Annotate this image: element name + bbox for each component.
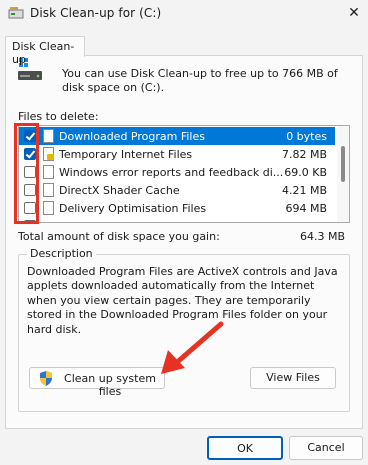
list-item[interactable]: DirectX Shader Cache 4.21 MB xyxy=(19,181,335,199)
disk-cleanup-icon xyxy=(8,7,24,19)
checkbox-highlight-box xyxy=(14,123,39,224)
clean-up-system-files-label: Clean up system files xyxy=(64,372,156,398)
list-item[interactable]: Temporary Internet Files 7.82 MB xyxy=(19,145,335,163)
locked-file-icon xyxy=(43,147,54,161)
list-item-name: Delivery Optimisation Files xyxy=(59,202,207,215)
uac-shield-icon xyxy=(40,371,52,386)
list-item-name: DirectX Shader Cache xyxy=(59,184,180,197)
list-item-size: 4.21 MB xyxy=(281,184,327,197)
list-item-size: 0 bytes xyxy=(286,130,327,143)
scrollbar-thumb[interactable] xyxy=(341,146,345,182)
window-title: Disk Clean-up for (C:) xyxy=(30,6,162,20)
list-item[interactable]: Downloaded Program Files 0 bytes xyxy=(19,127,335,145)
list-item[interactable]: Windows error reports and feedback di...… xyxy=(19,163,335,181)
list-item-name: Downloaded Program Files xyxy=(59,130,205,143)
files-list[interactable]: Downloaded Program Files 0 bytes Tempora… xyxy=(18,125,350,223)
list-item[interactable]: Delivery Optimisation Files 694 MB xyxy=(19,199,335,217)
tab-disk-cleanup[interactable]: Disk Clean-up xyxy=(5,36,85,66)
tab-label: Disk Clean-up xyxy=(12,40,75,66)
total-space-label: Total amount of disk space you gain: xyxy=(18,230,220,243)
file-icon xyxy=(43,129,54,143)
title-bar: Disk Clean-up for (C:) ✕ xyxy=(0,0,368,28)
list-item-size: 69.0 KB xyxy=(284,166,327,179)
file-icon xyxy=(43,201,54,215)
file-icon xyxy=(43,165,54,179)
ok-button[interactable]: OK xyxy=(207,436,283,460)
list-item-size: 694 MB xyxy=(285,202,327,215)
list-item[interactable] xyxy=(19,217,335,222)
intro-text: You can use Disk Clean-up to free up to … xyxy=(62,67,338,94)
close-button[interactable]: ✕ xyxy=(342,2,366,24)
list-scrollbar[interactable] xyxy=(337,126,349,222)
list-item-size: 7.82 MB xyxy=(281,148,327,161)
list-item-name: Temporary Internet Files xyxy=(59,148,193,161)
clean-up-system-files-button[interactable]: Clean up system files xyxy=(29,367,165,398)
view-files-button[interactable]: View Files xyxy=(250,367,336,389)
files-to-delete-label: Files to delete: xyxy=(18,110,99,123)
red-arrow-annotation xyxy=(161,321,224,374)
total-space-value: 64.3 MB xyxy=(300,230,346,243)
file-icon xyxy=(43,183,54,197)
list-item-name: Windows error reports and feedback di... xyxy=(59,166,284,179)
description-title: Description xyxy=(27,247,96,260)
cancel-button[interactable]: Cancel xyxy=(289,436,363,460)
